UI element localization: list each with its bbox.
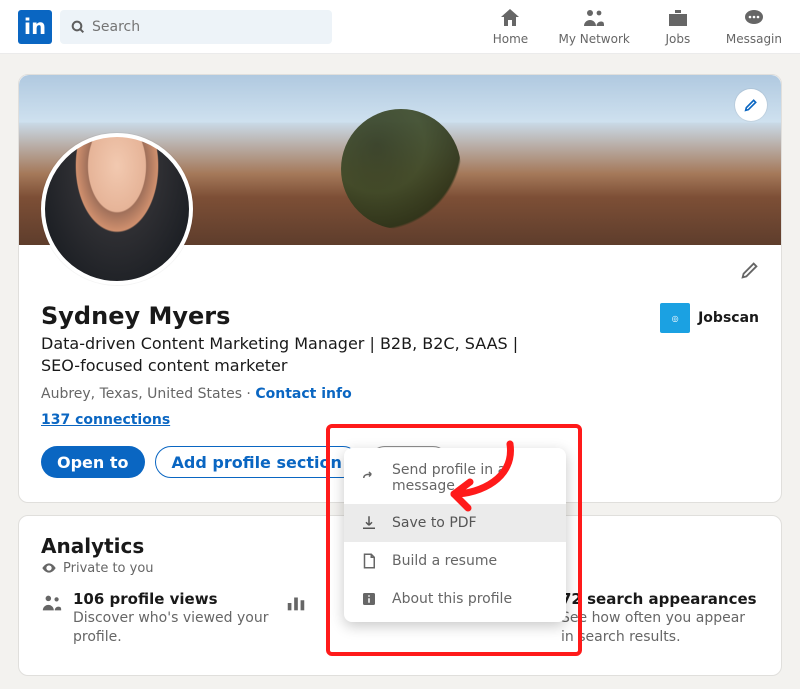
menu-about-profile[interactable]: About this profile: [344, 580, 566, 618]
nav-home[interactable]: Home: [488, 6, 532, 46]
analytics-subtitle-text: Private to you: [63, 561, 154, 576]
edit-cover-button[interactable]: [735, 89, 767, 121]
company-logo: ◎: [660, 303, 690, 333]
nav-network[interactable]: My Network: [558, 6, 629, 46]
pencil-icon: [743, 97, 759, 113]
stat-sub: Discover who's viewed your profile.: [73, 609, 271, 647]
edit-profile-button[interactable]: [739, 259, 761, 285]
nav-label: Home: [493, 32, 528, 46]
current-company[interactable]: ◎ Jobscan: [660, 303, 759, 333]
eye-icon: [41, 560, 57, 576]
network-icon: [582, 6, 606, 30]
profile-location: Aubrey, Texas, United States · Contact i…: [41, 386, 660, 402]
profile-name: Sydney Myers: [41, 301, 660, 331]
add-section-button[interactable]: Add profile section: [155, 446, 359, 478]
menu-build-resume[interactable]: Build a resume: [344, 542, 566, 580]
download-icon: [360, 514, 378, 532]
location-text: Aubrey, Texas, United States ·: [41, 386, 255, 402]
nav-label: Messagin: [726, 32, 782, 46]
search-icon: [70, 19, 86, 35]
menu-label: About this profile: [392, 591, 512, 607]
search-input[interactable]: [92, 19, 322, 35]
open-to-button[interactable]: Open to: [41, 446, 145, 478]
info-icon: [360, 590, 378, 608]
menu-send-profile[interactable]: Send profile in a message: [344, 452, 566, 504]
chart-icon: [285, 592, 307, 614]
stat-profile-views[interactable]: 106 profile views Discover who's viewed …: [41, 590, 271, 647]
share-arrow-icon: [360, 469, 378, 487]
more-dropdown: Send profile in a message Save to PDF Bu…: [344, 448, 566, 622]
pencil-icon: [739, 259, 761, 281]
profile-avatar[interactable]: [41, 133, 193, 285]
messaging-icon: [742, 6, 766, 30]
nav-label: Jobs: [665, 32, 690, 46]
menu-label: Save to PDF: [392, 515, 477, 531]
top-nav: in Home My Network Jobs Messagin: [0, 0, 800, 54]
company-name: Jobscan: [698, 310, 759, 326]
cover-photo: [19, 75, 781, 245]
search-field-wrap[interactable]: [60, 10, 332, 44]
jobs-icon: [666, 6, 690, 30]
linkedin-logo[interactable]: in: [18, 10, 52, 44]
profile-card: Sydney Myers Data-driven Content Marketi…: [18, 74, 782, 503]
contact-info-link[interactable]: Contact info: [255, 386, 351, 402]
profile-headline: Data-driven Content Marketing Manager | …: [41, 333, 541, 376]
stat-sub: See how often you appear in search resul…: [561, 609, 759, 647]
stat-head: 106 profile views: [73, 590, 271, 608]
menu-label: Build a resume: [392, 553, 497, 569]
menu-save-pdf[interactable]: Save to PDF: [344, 504, 566, 542]
connections-link[interactable]: 137 connections: [41, 412, 170, 428]
menu-label: Send profile in a message: [392, 462, 550, 494]
nav-jobs[interactable]: Jobs: [656, 6, 700, 46]
document-icon: [360, 552, 378, 570]
nav-label: My Network: [558, 32, 629, 46]
home-icon: [498, 6, 522, 30]
stat-head: 72 search appearances: [561, 590, 759, 608]
nav-messaging[interactable]: Messagin: [726, 6, 782, 46]
people-icon: [41, 592, 63, 614]
